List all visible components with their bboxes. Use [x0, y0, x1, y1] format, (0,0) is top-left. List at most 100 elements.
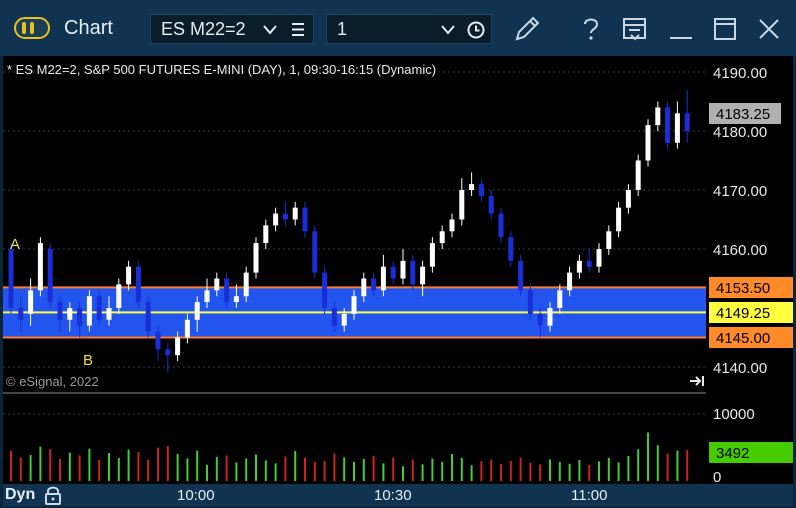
layout-icon[interactable]	[620, 14, 650, 44]
volume-bars	[10, 432, 689, 481]
candle-body	[224, 278, 230, 303]
volume-bar	[39, 446, 42, 481]
maximize-icon[interactable]	[710, 14, 740, 44]
menu-icon[interactable]	[291, 23, 305, 36]
lock-icon[interactable]	[44, 485, 62, 505]
volume-bar	[676, 450, 679, 481]
volume-bar	[304, 457, 306, 481]
volume-bar	[372, 456, 375, 481]
candle-body	[302, 207, 308, 232]
volume-bar	[421, 464, 424, 481]
interval-select[interactable]: 1	[326, 14, 492, 44]
candle-body	[282, 213, 288, 220]
minimize-icon[interactable]	[666, 14, 696, 44]
pencil-icon[interactable]	[512, 14, 542, 44]
volume-bar	[451, 454, 453, 481]
time-label-1100: 11:00	[571, 487, 608, 504]
volume-bar	[402, 466, 404, 481]
chart-header: * ES M22=2, S&P 500 FUTURES E-MINI (DAY)…	[7, 62, 436, 77]
candle-body	[331, 308, 337, 326]
band-top-label: 4153.50	[716, 280, 770, 297]
volume-bar	[313, 461, 316, 481]
chart-grid	[3, 71, 706, 415]
candle-body	[135, 266, 141, 303]
candle-body	[67, 308, 73, 320]
candle-body	[459, 190, 465, 220]
time-label-1030: 10:30	[374, 487, 412, 504]
volume-bar	[59, 458, 61, 481]
candle-body	[488, 195, 494, 214]
candle-body	[322, 272, 328, 308]
volume-bar	[284, 456, 287, 481]
volume-bar	[431, 458, 434, 481]
copyright: © eSignal, 2022	[6, 374, 99, 389]
candle-body	[606, 231, 612, 249]
candle-body	[77, 308, 83, 326]
candle-body	[184, 319, 190, 338]
candle-body	[155, 331, 161, 350]
volume-bar	[225, 455, 228, 481]
candle-body	[635, 160, 641, 190]
volume-bar	[127, 449, 130, 481]
volume-bar	[166, 446, 169, 481]
help-icon[interactable]	[576, 14, 606, 44]
candle-body	[371, 278, 377, 291]
candle-body	[116, 284, 122, 308]
candle-body	[518, 260, 524, 291]
time-label-1000: 10:00	[177, 487, 215, 504]
candle-body	[645, 125, 651, 161]
volume-bar	[637, 449, 640, 481]
candle-body	[361, 278, 367, 297]
candle-body	[616, 207, 622, 232]
candle-body	[253, 243, 259, 273]
volume-bar	[333, 453, 336, 481]
volume-bar	[19, 457, 22, 481]
volume-bar	[441, 461, 444, 481]
candle-body	[400, 260, 406, 279]
candle-body	[57, 302, 63, 320]
toggle-icon[interactable]	[14, 17, 50, 39]
volume-bar	[196, 450, 199, 481]
candle-body	[527, 290, 533, 314]
dynamic-mode-label[interactable]: Dyn	[5, 486, 35, 504]
volume-bar	[627, 456, 630, 481]
volume-bar	[137, 452, 140, 481]
goto-end-icon[interactable]	[690, 376, 704, 386]
volume-bar	[176, 454, 179, 481]
price-label-4180: 4180.00	[713, 124, 767, 141]
candle-body	[655, 107, 661, 126]
candle-body	[576, 260, 582, 273]
candle-body	[674, 113, 680, 143]
volume-bar	[108, 453, 110, 481]
symbol-select[interactable]: ES M22=2	[150, 14, 314, 44]
volume-bar	[294, 451, 297, 481]
chevron-down-icon[interactable]	[441, 25, 455, 35]
candle-body	[214, 278, 220, 291]
candle-body	[28, 290, 34, 314]
clock-icon[interactable]	[467, 21, 485, 39]
interval-value: 1	[337, 19, 348, 39]
volume-bar	[235, 462, 238, 481]
band-mid-label: 4149.25	[716, 305, 770, 322]
volume-label-0: 0	[713, 469, 721, 484]
volume-bar	[255, 454, 257, 481]
price-label-4190: 4190.00	[713, 65, 767, 82]
volume-bar	[10, 450, 12, 481]
candle-body	[537, 313, 543, 326]
candle-body	[8, 249, 14, 308]
candle-body	[341, 313, 347, 326]
candle-body	[469, 184, 475, 190]
chevron-down-icon[interactable]	[263, 25, 277, 35]
volume-bar	[598, 461, 600, 481]
volume-bar	[88, 448, 91, 481]
chart-area[interactable]: * ES M22=2, S&P 500 FUTURES E-MINI (DAY)…	[3, 56, 793, 486]
candle-body	[37, 243, 43, 291]
chart-canvas[interactable]: * ES M22=2, S&P 500 FUTURES E-MINI (DAY)…	[3, 56, 793, 486]
volume-bar	[68, 452, 71, 481]
close-icon[interactable]	[754, 14, 784, 44]
candle-body	[165, 349, 171, 356]
candle-body	[194, 302, 200, 320]
volume-bar	[264, 460, 267, 481]
annotation-b: B	[83, 352, 93, 369]
candle-body	[96, 296, 102, 320]
